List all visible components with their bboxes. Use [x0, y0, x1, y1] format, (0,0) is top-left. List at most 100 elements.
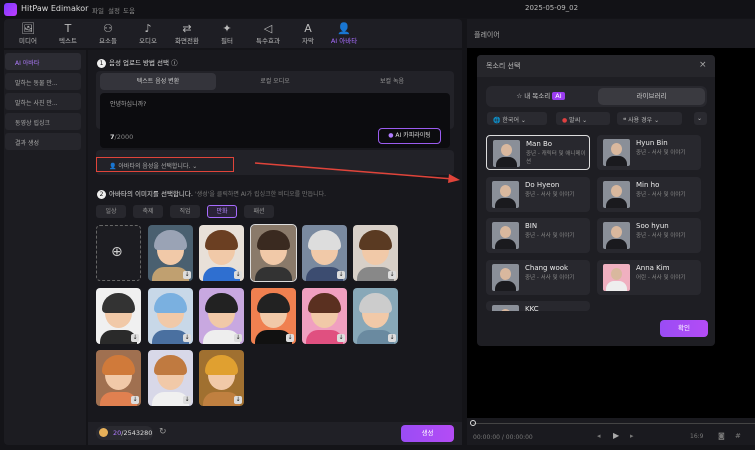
use-case-filter[interactable]: ❝ 사용 경우 ⌄ [617, 112, 682, 125]
category-tab[interactable]: 만화 [207, 205, 237, 218]
avatar-thumbnail[interactable]: ↓ [148, 288, 193, 344]
download-icon[interactable]: ↓ [131, 334, 139, 342]
voice-card[interactable]: BIN 중년 - 서사 및 이야기 [486, 218, 590, 253]
avatar-thumbnail[interactable]: ↓ [199, 350, 244, 406]
tab-text-to-speech[interactable]: 텍스트 음성 변환 [100, 73, 216, 90]
avatar-thumbnail[interactable]: ↓ [353, 225, 398, 281]
voice-avatar [603, 180, 630, 208]
refresh-icon[interactable]: ↻ [159, 427, 167, 437]
prev-frame-icon[interactable]: ◂ [597, 432, 601, 440]
tab-voice-recording[interactable]: 보컬 녹음 [334, 73, 450, 90]
toolbar-text[interactable]: T 텍스트 [48, 22, 88, 45]
ai-copywriting-button[interactable]: ● AI 카피라이팅 [378, 128, 441, 144]
grid-icon[interactable]: # [735, 432, 741, 440]
download-icon[interactable]: ↓ [183, 396, 191, 404]
sidebar-item[interactable]: 결과 생성 [5, 133, 81, 150]
voice-card[interactable]: KKC [486, 301, 590, 311]
download-icon[interactable]: ↓ [337, 271, 345, 279]
add-image-icon: ⊕ [111, 244, 123, 260]
avatar-thumbnail[interactable]: ↓ [353, 288, 398, 344]
category-tab[interactable]: 일상 [96, 205, 126, 218]
voice-avatar [603, 263, 630, 291]
tab-library[interactable]: 라이브러리 [598, 88, 705, 105]
transition-icon: ⇄ [182, 22, 192, 35]
download-icon[interactable]: ↓ [234, 396, 242, 404]
menu-file[interactable]: 파일 [92, 5, 104, 15]
toolbar-subtitle[interactable]: A 자막 [288, 22, 328, 45]
voice-select-dropdown[interactable]: 👤 아바타의 음성을 선택합니다. ⌄ [96, 157, 234, 172]
toolbar-effects[interactable]: ◁ 특수효과 [248, 22, 288, 45]
star-icon: ☆ [516, 92, 523, 100]
toolbar-audio[interactable]: ♪ 오디오 [128, 22, 168, 45]
voice-card[interactable]: Min ho 중년 - 서사 및 이야기 [597, 176, 701, 212]
toolbar-media[interactable]: 🖼 미디어 [8, 22, 48, 45]
confirm-button[interactable]: 확인 [660, 320, 708, 337]
download-icon[interactable]: ↓ [131, 396, 139, 404]
voice-avatar [493, 140, 520, 167]
avatar-thumbnail[interactable]: ↓ [96, 288, 141, 344]
effects-icon: ◁ [263, 22, 273, 35]
voice-avatar [603, 139, 630, 166]
sidebar-item[interactable]: 말하는 사진 만... [5, 93, 81, 110]
avatar-thumbnail[interactable]: ↓ [148, 350, 193, 406]
avatar-thumbnail[interactable]: ↓ [302, 225, 347, 281]
ai-icon: ● [388, 132, 394, 139]
avatar-thumbnail[interactable]: ↓ [251, 288, 296, 344]
tab-local-audio[interactable]: 로컬 오디오 [217, 73, 333, 90]
language-filter[interactable]: 🌐 한국어 ⌄ [487, 112, 547, 125]
play-icon[interactable]: ▶ [613, 431, 619, 440]
player-title: 플레이어 [467, 19, 755, 48]
download-icon[interactable]: ↓ [286, 334, 294, 342]
accent-filter[interactable]: ● 말씨 ⌄ [556, 112, 610, 125]
download-icon[interactable]: ↓ [234, 271, 242, 279]
timeline-scrubber[interactable] [473, 423, 755, 424]
voice-avatar [492, 222, 519, 249]
voice-card[interactable]: Hyun Bin 중년 - 서사 및 이야기 [597, 135, 701, 170]
chevron-down-icon: ⌄ [192, 163, 198, 170]
info-icon[interactable]: ⓘ [171, 59, 178, 67]
playhead[interactable] [470, 420, 476, 426]
toolbar-ai-avatar[interactable]: 👤 AI 아바타 [324, 22, 364, 45]
download-icon[interactable]: ↓ [388, 271, 396, 279]
sidebar-item[interactable]: 동영상 립싱크 [5, 113, 81, 130]
download-icon[interactable]: ↓ [234, 334, 242, 342]
avatar-thumbnail[interactable]: ↓ [96, 350, 141, 406]
voice-card[interactable]: Anna Kim 어린 - 서사 및 이야기 [597, 259, 701, 295]
time-display: 00:00:00 / 00:00:00 [473, 434, 533, 441]
category-tab[interactable]: 축제 [133, 205, 163, 218]
menu-settings[interactable]: 설정 [108, 5, 120, 15]
category-tab[interactable]: 직업 [170, 205, 200, 218]
avatar-thumbnail[interactable]: ↓ [199, 288, 244, 344]
toolbar-elements[interactable]: ⚇ 요소들 [88, 22, 128, 45]
toolbar-filter[interactable]: ✦ 필터 [207, 22, 247, 45]
voice-card[interactable]: Chang wook 중년 - 서사 및 이야기 [486, 259, 590, 295]
coin-icon [99, 428, 108, 437]
upload-tabs: 텍스트 음성 변환 로컬 오디오 보컬 녹음 [100, 73, 450, 90]
generate-button[interactable]: 생성 [401, 425, 454, 442]
download-icon[interactable]: ↓ [337, 334, 345, 342]
download-icon[interactable]: ↓ [388, 334, 396, 342]
aspect-ratio-select[interactable]: 16:9 [690, 433, 703, 440]
next-frame-icon[interactable]: ▸ [630, 432, 634, 440]
voice-card[interactable]: Do Hyeon 중년 - 서사 및 이야기 [486, 176, 590, 212]
avatar-thumbnail[interactable]: ↓ [302, 288, 347, 344]
voice-card[interactable]: Man Bo 중년 - 캐릭터 및 애니메이션 [486, 135, 590, 170]
tab-my-voice[interactable]: ☆ 내 목소리 AI [488, 88, 593, 105]
close-icon[interactable]: × [699, 60, 707, 70]
avatar-thumbnail[interactable] [250, 224, 297, 282]
script-text[interactable]: 안녕하십니까? [110, 99, 146, 108]
more-filter-dropdown[interactable]: ⌄ [694, 112, 707, 125]
sidebar-item[interactable]: AI 아바타 [5, 53, 81, 70]
upload-image-button[interactable]: ⊕ [96, 225, 141, 281]
avatar-thumbnail[interactable]: ↓ [199, 225, 244, 281]
snapshot-icon[interactable]: ◙ [718, 432, 725, 440]
download-icon[interactable]: ↓ [183, 271, 191, 279]
toolbar-transition[interactable]: ⇄ 화면전환 [167, 22, 207, 45]
app-title: HitPaw Edimakor [21, 4, 89, 13]
sidebar-item[interactable]: 말하는 동물 만... [5, 73, 81, 90]
category-tab[interactable]: 패션 [244, 205, 274, 218]
avatar-thumbnail[interactable]: ↓ [148, 225, 193, 281]
download-icon[interactable]: ↓ [183, 334, 191, 342]
menu-help[interactable]: 도움 [123, 5, 135, 15]
voice-card[interactable]: Soo hyun 중년 - 서사 및 이야기 [597, 218, 701, 253]
